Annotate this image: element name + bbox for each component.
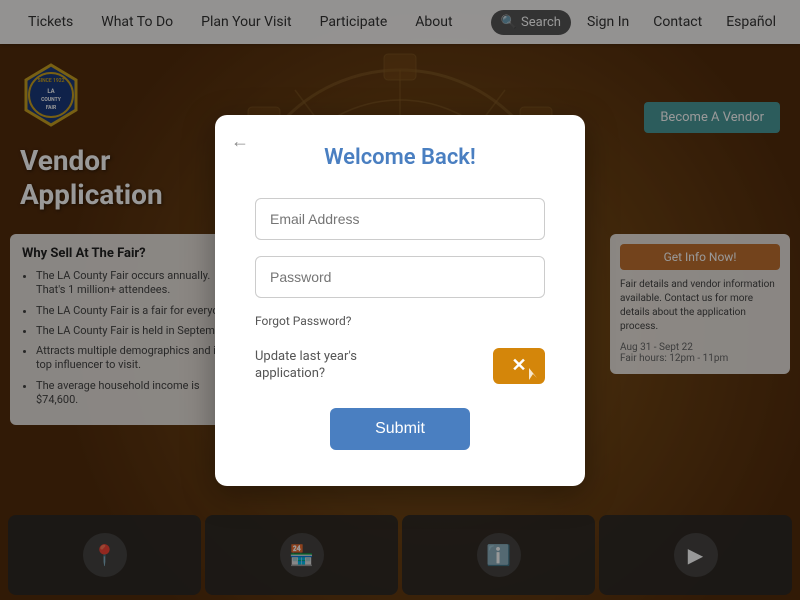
cursor-icon [529, 368, 541, 380]
modal-back-button[interactable]: ← [231, 131, 249, 152]
update-application-row: Update last year'sapplication? ✕ [255, 348, 545, 384]
update-label: Update last year'sapplication? [255, 349, 357, 383]
email-input[interactable] [255, 198, 545, 240]
update-toggle[interactable]: ✕ [493, 348, 545, 384]
toggle-x-icon: ✕ [511, 355, 526, 376]
modal-title: Welcome Back! [255, 145, 545, 170]
modal-overlay: ← Welcome Back! Forgot Password? Update … [0, 0, 800, 600]
forgot-password-link[interactable]: Forgot Password? [255, 314, 545, 328]
login-modal: ← Welcome Back! Forgot Password? Update … [215, 115, 585, 486]
submit-button[interactable]: Submit [330, 408, 470, 450]
password-input[interactable] [255, 256, 545, 298]
